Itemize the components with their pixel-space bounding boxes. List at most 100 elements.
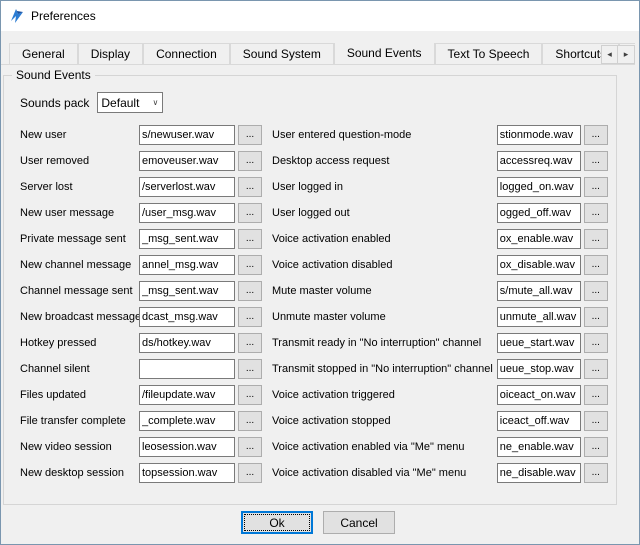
- sound-event-label: New channel message: [20, 259, 139, 271]
- sound-event-row: Voice activation stopped...: [272, 411, 608, 431]
- teamtalk-logo-icon: [9, 8, 25, 24]
- sound-event-file-input[interactable]: [139, 229, 235, 249]
- browse-button[interactable]: ...: [584, 203, 608, 223]
- browse-button[interactable]: ...: [584, 281, 608, 301]
- sound-event-label: File transfer complete: [20, 415, 139, 427]
- sound-event-label: Channel silent: [20, 363, 139, 375]
- sound-event-file-input[interactable]: [139, 333, 235, 353]
- sound-event-file-input[interactable]: [497, 463, 581, 483]
- browse-button[interactable]: ...: [238, 359, 262, 379]
- sound-event-row: Voice activation disabled via "Me" menu.…: [272, 463, 608, 483]
- sound-event-file-input[interactable]: [497, 333, 581, 353]
- sound-event-file-input[interactable]: [497, 385, 581, 405]
- sound-event-file-input[interactable]: [139, 203, 235, 223]
- browse-button[interactable]: ...: [584, 125, 608, 145]
- sound-event-label: New video session: [20, 441, 139, 453]
- ok-button[interactable]: Ok: [241, 511, 313, 534]
- sound-event-row: Voice activation enabled via "Me" menu..…: [272, 437, 608, 457]
- sound-event-file-input[interactable]: [497, 203, 581, 223]
- sound-event-label: Transmit ready in "No interruption" chan…: [272, 337, 497, 349]
- browse-button[interactable]: ...: [584, 385, 608, 405]
- dialog-footer: Ok Cancel: [1, 511, 635, 534]
- browse-button[interactable]: ...: [584, 359, 608, 379]
- sound-event-label: New user message: [20, 207, 139, 219]
- browse-button[interactable]: ...: [238, 463, 262, 483]
- sound-event-row: Hotkey pressed...: [20, 333, 262, 353]
- sound-event-label: Voice activation enabled via "Me" menu: [272, 441, 497, 453]
- tab-general[interactable]: General: [9, 43, 78, 64]
- browse-button[interactable]: ...: [238, 411, 262, 431]
- sound-event-file-input[interactable]: [139, 437, 235, 457]
- browse-button[interactable]: ...: [584, 151, 608, 171]
- sound-event-file-input[interactable]: [139, 177, 235, 197]
- browse-button[interactable]: ...: [584, 255, 608, 275]
- sound-event-file-input[interactable]: [497, 359, 581, 379]
- sound-event-row: New user...: [20, 125, 262, 145]
- sound-event-row: User logged out...: [272, 203, 608, 223]
- tab-text-to-speech[interactable]: Text To Speech: [435, 43, 543, 64]
- sound-event-file-input[interactable]: [497, 255, 581, 275]
- sound-event-row: New desktop session...: [20, 463, 262, 483]
- sound-event-file-input[interactable]: [497, 281, 581, 301]
- browse-button[interactable]: ...: [584, 463, 608, 483]
- sound-event-file-input[interactable]: [497, 229, 581, 249]
- tab-connection[interactable]: Connection: [143, 43, 230, 64]
- sound-event-file-input[interactable]: [139, 385, 235, 405]
- sound-event-file-input[interactable]: [497, 151, 581, 171]
- sound-event-label: Voice activation disabled: [272, 259, 497, 271]
- sounds-pack-combobox[interactable]: Default ∨: [97, 92, 163, 113]
- tab-scroll-left-icon[interactable]: ◂: [601, 45, 618, 64]
- sound-event-file-input[interactable]: [497, 307, 581, 327]
- sound-event-file-input[interactable]: [139, 151, 235, 171]
- sound-event-label: User removed: [20, 155, 139, 167]
- sound-event-file-input[interactable]: [497, 437, 581, 457]
- sound-event-row: User logged in...: [272, 177, 608, 197]
- sound-event-file-input[interactable]: [139, 411, 235, 431]
- sound-event-row: Desktop access request...: [272, 151, 608, 171]
- browse-button[interactable]: ...: [238, 177, 262, 197]
- sound-event-label: Desktop access request: [272, 155, 497, 167]
- sound-events-column-left: New user...User removed...Server lost...…: [20, 125, 262, 489]
- browse-button[interactable]: ...: [584, 229, 608, 249]
- browse-button[interactable]: ...: [238, 125, 262, 145]
- browse-button[interactable]: ...: [238, 437, 262, 457]
- browse-button[interactable]: ...: [584, 177, 608, 197]
- sound-event-file-input[interactable]: [139, 463, 235, 483]
- sound-event-file-input[interactable]: [139, 281, 235, 301]
- browse-button[interactable]: ...: [584, 307, 608, 327]
- browse-button[interactable]: ...: [238, 255, 262, 275]
- tab-display[interactable]: Display: [78, 43, 143, 64]
- sound-events-column-right: User entered question-mode...Desktop acc…: [272, 125, 608, 489]
- sound-event-file-input[interactable]: [139, 359, 235, 379]
- window-title: Preferences: [31, 9, 96, 23]
- sound-event-row: Mute master volume...: [272, 281, 608, 301]
- browse-button[interactable]: ...: [238, 281, 262, 301]
- tab-scroll-right-icon[interactable]: ▸: [618, 45, 635, 64]
- browse-button[interactable]: ...: [238, 229, 262, 249]
- sound-event-file-input[interactable]: [497, 411, 581, 431]
- sound-events-groupbox: Sound Events Sounds pack Default ∨ New u…: [3, 75, 617, 505]
- sound-event-file-input[interactable]: [139, 255, 235, 275]
- browse-button[interactable]: ...: [238, 333, 262, 353]
- sound-event-row: Files updated...: [20, 385, 262, 405]
- sound-event-row: New video session...: [20, 437, 262, 457]
- sound-event-label: Channel message sent: [20, 285, 139, 297]
- sound-event-file-input[interactable]: [497, 125, 581, 145]
- browse-button[interactable]: ...: [238, 203, 262, 223]
- sound-event-file-input[interactable]: [497, 177, 581, 197]
- browse-button[interactable]: ...: [584, 333, 608, 353]
- tab-sound-events[interactable]: Sound Events: [334, 43, 435, 64]
- sound-event-file-input[interactable]: [139, 307, 235, 327]
- groupbox-title: Sound Events: [12, 68, 95, 82]
- browse-button[interactable]: ...: [584, 411, 608, 431]
- browse-button[interactable]: ...: [584, 437, 608, 457]
- browse-button[interactable]: ...: [238, 151, 262, 171]
- cancel-button[interactable]: Cancel: [323, 511, 395, 534]
- tab-sound-system[interactable]: Sound System: [230, 43, 334, 64]
- browse-button[interactable]: ...: [238, 385, 262, 405]
- sound-event-row: New broadcast message...: [20, 307, 262, 327]
- sound-event-row: Unmute master volume...: [272, 307, 608, 327]
- browse-button[interactable]: ...: [238, 307, 262, 327]
- sound-event-label: New broadcast message: [20, 311, 139, 323]
- sound-event-file-input[interactable]: [139, 125, 235, 145]
